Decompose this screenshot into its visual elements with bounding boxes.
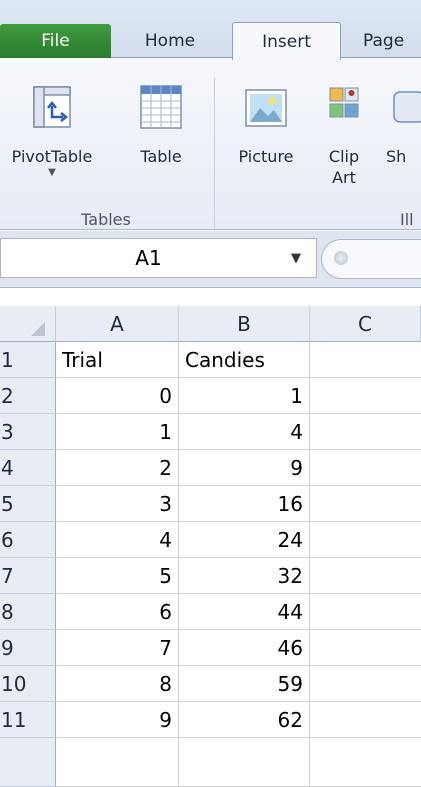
pivottable-label: PivotTable <box>11 147 93 166</box>
cell-a6[interactable]: 4 <box>56 522 179 558</box>
cell-c11[interactable] <box>310 702 421 738</box>
clip-art-button[interactable]: Clip Art <box>316 84 372 188</box>
ribbon-tab-bar: File Home Insert Page <box>0 0 421 60</box>
row-header[interactable]: 11 <box>0 702 56 738</box>
row-header[interactable]: 6 <box>0 522 56 558</box>
picture-label: Picture <box>238 147 294 166</box>
column-header-row: A B C <box>0 306 421 342</box>
cell-b12[interactable] <box>179 738 310 787</box>
group-separator <box>214 78 215 228</box>
cell-a11[interactable]: 9 <box>56 702 179 738</box>
shapes-label: Sh <box>386 147 407 166</box>
row-header[interactable]: 9 <box>0 630 56 666</box>
cell-b1[interactable]: Candies <box>179 342 310 378</box>
cell-b10[interactable]: 59 <box>179 666 310 702</box>
row-header[interactable]: 2 <box>0 378 56 414</box>
table-row: 8 6 44 <box>0 594 421 630</box>
table-row: 4 2 9 <box>0 450 421 486</box>
cell-a8[interactable]: 6 <box>56 594 179 630</box>
picture-icon <box>244 84 288 132</box>
column-header-b[interactable]: B <box>179 306 310 342</box>
table-row: 1 Trial Candies <box>0 342 421 378</box>
row-header[interactable]: 8 <box>0 594 56 630</box>
cell-b3[interactable]: 4 <box>179 414 310 450</box>
pivottable-button[interactable]: PivotTable ▼ <box>0 84 104 179</box>
name-box[interactable]: A1 ▼ <box>0 238 317 278</box>
group-label-tables: Tables <box>81 210 131 229</box>
clip-art-label-line2: Art <box>332 168 356 187</box>
cell-c4[interactable] <box>310 450 421 486</box>
select-all-corner[interactable] <box>0 306 56 342</box>
cell-c5[interactable] <box>310 486 421 522</box>
row-header[interactable]: 1 <box>0 342 56 378</box>
cell-b8[interactable]: 44 <box>179 594 310 630</box>
cell-c12[interactable] <box>310 738 421 787</box>
table-row: 9 7 46 <box>0 630 421 666</box>
table-icon <box>139 84 183 132</box>
pivottable-icon <box>30 84 74 132</box>
group-label-illustrations: Ill <box>400 210 414 229</box>
row-header[interactable]: 10 <box>0 666 56 702</box>
cell-b7[interactable]: 32 <box>179 558 310 594</box>
table-row: 7 5 32 <box>0 558 421 594</box>
column-header-c[interactable]: C <box>310 306 421 342</box>
cancel-formula-icon[interactable] <box>334 251 348 265</box>
chevron-down-icon[interactable]: ▼ <box>276 251 316 266</box>
table-button[interactable]: Table <box>122 84 200 167</box>
tab-file[interactable]: File <box>0 24 111 58</box>
cell-a3[interactable]: 1 <box>56 414 179 450</box>
table-row: 2 0 1 <box>0 378 421 414</box>
column-header-a[interactable]: A <box>56 306 179 342</box>
tab-page-layout[interactable]: Page <box>350 24 421 58</box>
cell-a7[interactable]: 5 <box>56 558 179 594</box>
cell-a4[interactable]: 2 <box>56 450 179 486</box>
cell-a2[interactable]: 0 <box>56 378 179 414</box>
cell-c2[interactable] <box>310 378 421 414</box>
cell-a12[interactable] <box>56 738 179 787</box>
picture-button[interactable]: Picture <box>224 84 308 167</box>
table-row: 10 8 59 <box>0 666 421 702</box>
cell-b11[interactable]: 62 <box>179 702 310 738</box>
cell-a1[interactable]: Trial <box>56 342 179 378</box>
chevron-down-icon: ▼ <box>48 167 56 178</box>
cell-c8[interactable] <box>310 594 421 630</box>
tab-insert[interactable]: Insert <box>232 22 341 60</box>
formula-input[interactable] <box>321 239 421 279</box>
formula-bar: A1 ▼ <box>0 231 421 288</box>
shapes-icon <box>386 84 421 132</box>
cell-a10[interactable]: 8 <box>56 666 179 702</box>
cell-c10[interactable] <box>310 666 421 702</box>
row-header[interactable]: 4 <box>0 450 56 486</box>
table-row: 11 9 62 <box>0 702 421 738</box>
name-box-value: A1 <box>135 246 162 270</box>
cell-c7[interactable] <box>310 558 421 594</box>
cell-b6[interactable]: 24 <box>179 522 310 558</box>
tab-home[interactable]: Home <box>115 24 225 58</box>
cell-b5[interactable]: 16 <box>179 486 310 522</box>
cell-c6[interactable] <box>310 522 421 558</box>
cell-c1[interactable] <box>310 342 421 378</box>
row-header[interactable]: 3 <box>0 414 56 450</box>
table-row: 6 4 24 <box>0 522 421 558</box>
row-header[interactable]: 7 <box>0 558 56 594</box>
clip-art-label: Clip Art <box>329 146 359 188</box>
row-header[interactable]: 5 <box>0 486 56 522</box>
ribbon-insert-panel: PivotTable ▼ Table Tables Picture Clip A… <box>0 58 421 230</box>
cell-b4[interactable]: 9 <box>179 450 310 486</box>
row-header[interactable] <box>0 738 56 787</box>
cell-c9[interactable] <box>310 630 421 666</box>
table-label: Table <box>140 147 182 166</box>
cell-b2[interactable]: 1 <box>179 378 310 414</box>
shapes-button[interactable]: Sh <box>386 84 421 167</box>
cell-a5[interactable]: 3 <box>56 486 179 522</box>
table-row <box>0 738 421 787</box>
clip-art-icon <box>328 84 360 132</box>
cell-b9[interactable]: 46 <box>179 630 310 666</box>
cell-a9[interactable]: 7 <box>56 630 179 666</box>
table-row: 5 3 16 <box>0 486 421 522</box>
table-row: 3 1 4 <box>0 414 421 450</box>
clip-art-label-line1: Clip <box>328 147 360 166</box>
select-all-icon <box>31 321 45 336</box>
cell-c3[interactable] <box>310 414 421 450</box>
